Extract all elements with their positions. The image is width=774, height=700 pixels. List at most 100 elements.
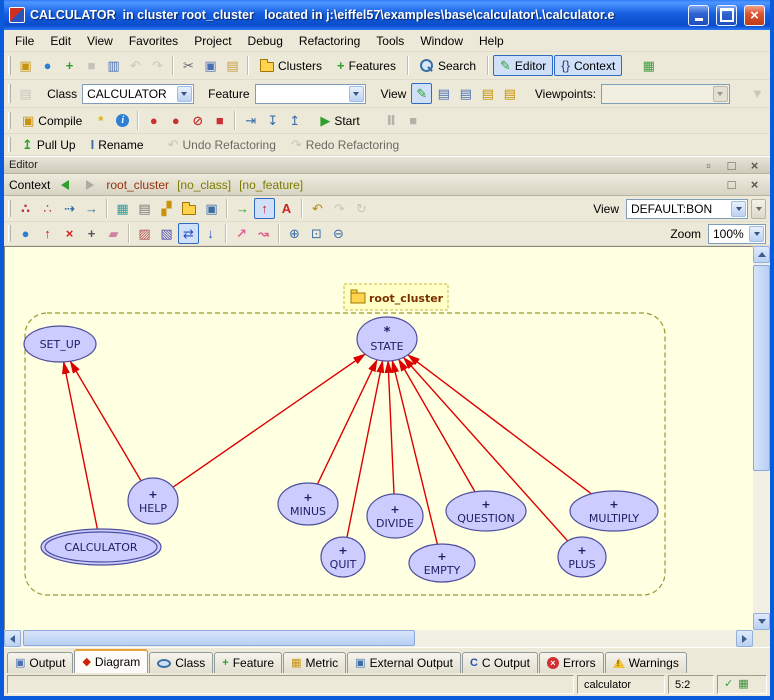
open-file-icon[interactable]: ● (37, 55, 58, 76)
zoom-in-icon[interactable]: ⊕ (284, 223, 305, 244)
horizontal-scroll-track[interactable] (21, 630, 736, 647)
node-set-up[interactable]: SET_UP (24, 326, 96, 362)
toggle-links-icon[interactable]: ⇄ (178, 223, 199, 244)
search-button[interactable]: Search (413, 55, 483, 76)
step-into-icon[interactable]: ↧ (262, 110, 283, 131)
title-bar[interactable]: CALCULATOR in cluster root_cluster locat… (4, 0, 770, 30)
editor-view-icon[interactable]: ✎ (411, 83, 432, 104)
scroll-left-button[interactable] (4, 630, 21, 647)
flat-view-icon[interactable]: ▤ (433, 83, 454, 104)
contract-view-icon[interactable]: ▤ (477, 83, 498, 104)
fill-color-icon[interactable]: ▨ (134, 223, 155, 244)
open-folder-icon[interactable] (178, 198, 200, 219)
diagram-settings-icon[interactable]: ▧ (156, 223, 177, 244)
minimize-button[interactable] (688, 5, 709, 26)
tab-external-output[interactable]: ▣External Output (347, 652, 461, 673)
compile-button[interactable]: ▣Compile (15, 110, 89, 131)
toolbar-grip[interactable] (8, 56, 11, 75)
fit-to-window-icon[interactable]: ● (15, 223, 36, 244)
tab-metric[interactable]: ▦Metric (283, 652, 346, 673)
view-history-drop-button[interactable] (751, 199, 766, 219)
horizontal-scrollbar[interactable] (4, 630, 753, 647)
straight-link-icon[interactable]: ↗ (231, 223, 252, 244)
tab-warnings[interactable]: !Warnings (605, 652, 687, 673)
tab-feature[interactable]: +Feature (214, 652, 282, 673)
clusters-button[interactable]: Clusters (253, 55, 329, 76)
go-into-icon[interactable]: → (232, 198, 253, 219)
maximize-context-icon[interactable]: □ (721, 174, 742, 195)
inheritance-link-icon[interactable]: → (81, 198, 102, 219)
export-image-icon[interactable]: ▦ (112, 198, 133, 219)
node-plus[interactable]: +PLUS (558, 537, 606, 577)
client-supplier-link-icon[interactable]: ⇢ (59, 198, 80, 219)
context-button[interactable]: {}Context (554, 55, 622, 76)
zoom-out-icon[interactable]: ⊖ (328, 223, 349, 244)
node-empty[interactable]: +EMPTY (409, 544, 475, 582)
zoom-fit-icon[interactable]: ⊡ (306, 223, 327, 244)
diagram-undo-icon[interactable]: ↶ (307, 198, 328, 219)
bend-link-icon[interactable]: ↝ (253, 223, 274, 244)
new-tab-icon[interactable]: ▣ (15, 55, 36, 76)
interface-view-icon[interactable]: ▤ (499, 83, 520, 104)
zoom-combo[interactable]: 100% (708, 224, 766, 244)
diagram-view-combo[interactable]: DEFAULT:BON (626, 199, 748, 219)
dropdown-arrow-icon[interactable] (713, 86, 728, 102)
menu-file[interactable]: File (7, 31, 42, 51)
node-help[interactable]: +HELP (128, 478, 178, 524)
window-icon[interactable]: ▣ (201, 198, 222, 219)
node-question[interactable]: +QUESTION (446, 491, 526, 531)
toolbar-grip[interactable] (8, 225, 11, 241)
menu-favorites[interactable]: Favorites (121, 31, 186, 51)
menu-tools[interactable]: Tools (368, 31, 412, 51)
dropdown-arrow-icon[interactable] (749, 226, 764, 242)
edge-help-set_up[interactable] (70, 361, 141, 481)
pull-up-button[interactable]: ↥Pull Up (15, 134, 83, 155)
clickable-view-icon[interactable]: ▤ (455, 83, 476, 104)
print-diagram-icon[interactable]: ▤ (134, 198, 155, 219)
toolbar-grip[interactable] (8, 84, 11, 103)
toolbar-grip[interactable] (8, 200, 11, 218)
step-out-icon[interactable]: ↥ (284, 110, 305, 131)
menu-refactoring[interactable]: Refactoring (291, 31, 368, 51)
go-up-icon[interactable]: ↑ (254, 198, 275, 219)
melt-icon[interactable]: * (90, 110, 111, 131)
context-back-button[interactable] (54, 174, 75, 195)
horizontal-scroll-thumb[interactable] (23, 630, 415, 646)
context-forward-button[interactable] (79, 174, 100, 195)
start-button[interactable]: ▶Start (313, 110, 366, 131)
scroll-right-button[interactable] (736, 630, 753, 647)
diagram-viewport[interactable]: root_clusterSET_UP*STATE+HELPCALCULATOR+… (4, 246, 753, 630)
supplier-arrow-icon[interactable]: ↑ (37, 223, 58, 244)
feature-combo[interactable] (255, 84, 366, 104)
editor-button[interactable]: ✎Editor (493, 55, 553, 76)
vertical-scrollbar[interactable] (753, 246, 770, 630)
menu-edit[interactable]: Edit (42, 31, 79, 51)
new-class-tool-icon[interactable]: ∴ (15, 198, 36, 219)
edge-divide-state[interactable] (388, 361, 394, 494)
edge-help-state[interactable] (173, 354, 365, 487)
maximize-pane-icon[interactable]: □ (721, 155, 742, 176)
new-cluster-tool-icon[interactable]: ∴ (37, 198, 58, 219)
add-class-icon[interactable]: + (59, 55, 80, 76)
context-feature-crumb[interactable]: [no_feature] (237, 178, 305, 192)
tab-errors[interactable]: ×Errors (539, 652, 604, 673)
rename-button[interactable]: IRename (84, 134, 151, 155)
menu-window[interactable]: Window (412, 31, 471, 51)
toolbar-grip[interactable] (8, 137, 11, 152)
dropdown-arrow-icon[interactable] (177, 86, 192, 102)
float-pane-icon[interactable]: ▫ (698, 155, 719, 176)
debug-ignore-breakpoints-icon[interactable]: ● (165, 110, 186, 131)
close-button[interactable] (744, 5, 765, 26)
debug-params-icon[interactable]: ■ (209, 110, 230, 131)
dropdown-arrow-icon[interactable] (349, 86, 364, 102)
context-cluster-crumb[interactable]: root_cluster (104, 178, 171, 192)
cut-icon[interactable]: ✂ (178, 55, 199, 76)
step-over-icon[interactable]: ⇥ (240, 110, 261, 131)
class-combo[interactable]: CALCULATOR (82, 84, 193, 104)
scroll-up-button[interactable] (753, 246, 770, 263)
delete-icon[interactable]: × (59, 223, 80, 244)
tab-diagram[interactable]: ◆Diagram (74, 649, 148, 673)
dropdown-arrow-icon[interactable] (731, 201, 746, 217)
edge-minus-state[interactable] (318, 360, 378, 484)
context-class-crumb[interactable]: [no_class] (175, 178, 233, 192)
